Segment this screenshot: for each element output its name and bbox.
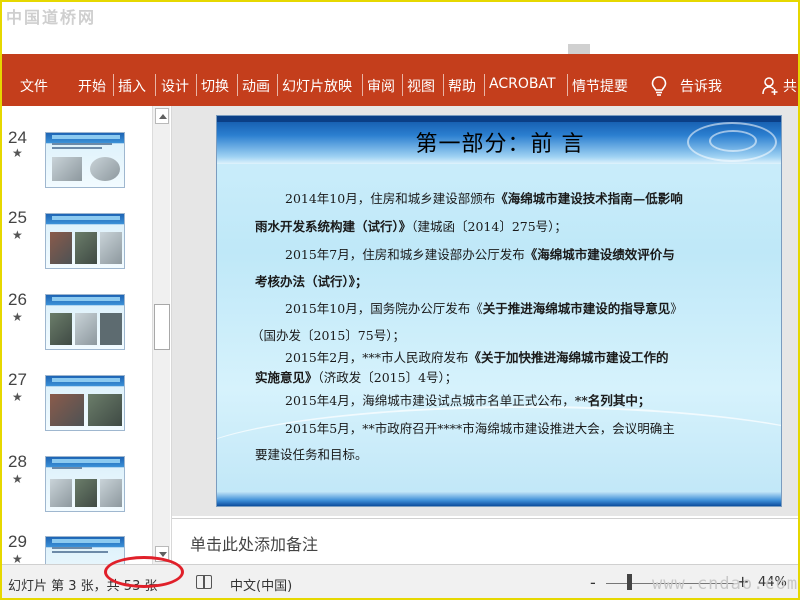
slide-footer-band [217,492,781,506]
thumbnail-number: 29 [8,532,27,551]
slide-paragraph-1-line-1: 2014年10月，住房和城乡建设部颁布《海绵城市建设技术指南—低影响 [285,191,683,206]
tab-review[interactable]: 审阅 [367,76,395,96]
slide-thumbnail-24[interactable] [45,132,125,188]
annotation-circle [104,556,184,588]
slide-thumbnail-25[interactable] [45,213,125,269]
tab-acrobat[interactable]: ACROBAT [489,76,556,92]
powerpoint-window: 中国道桥网 文件 开始 插入 设计 切换 动画 幻灯片放映 审阅 视图 帮助 A… [0,0,800,600]
slide-thumbnail-26[interactable] [45,294,125,350]
slide-paragraph-5-line-1: 2015年4月，海绵城市建设试点城市名单正式公布，**名列其中； [285,393,651,408]
star-icon: ★ [12,228,23,242]
slide-paragraph-1-line-2: 雨水开发系统构建（试行）》（建城函〔2014〕275号）； [255,219,567,234]
tab-separator [484,74,485,96]
title-bar-mark [568,44,590,54]
watermark-bottom: www.cndao.com [652,574,799,594]
tab-separator [443,74,444,96]
slide-paragraph-3-line-2: （国办发〔2015〕75号）； [251,328,405,343]
zoom-out-button[interactable]: - [590,573,596,592]
tab-view[interactable]: 视图 [407,76,435,96]
thumbnail-number: 25 [8,208,27,227]
tab-home[interactable]: 开始 [78,76,106,96]
tab-design[interactable]: 设计 [161,76,189,96]
slide-paragraph-6-line-1: 2015年5月，**市政府召开****市海绵城市建设推进大会，会议明确主 [285,421,675,436]
watermark-top: 中国道桥网 [6,8,97,27]
tell-me-button[interactable]: 告诉我 [680,76,722,96]
tab-separator [113,74,114,96]
tab-transitions[interactable]: 切换 [201,76,229,96]
thumbnail-number: 24 [8,128,27,147]
star-icon: ★ [12,472,23,486]
tab-storyboard[interactable]: 情节提要 [572,76,628,96]
tab-separator [155,74,156,96]
tab-insert[interactable]: 插入 [118,76,146,96]
zoom-slider-thumb[interactable] [627,574,632,590]
tab-separator [196,74,197,96]
slide-thumbnail-28[interactable] [45,456,125,512]
notes-pane[interactable]: 单击此处添加备注 [172,518,798,564]
tab-file[interactable]: 文件 [20,76,48,96]
slide-paragraph-4-line-1: 2015年2月，***市人民政府发布《关于加快推进海绵城市建设工作的 [285,350,669,365]
title-bar: 中国道桥网 [2,2,798,54]
slide-title[interactable]: 第一部分：前 言 [217,126,781,158]
slide-paragraph-2-line-1: 2015年7月，住房和城乡建设部办公厅发布《海绵城市建设绩效评价与 [285,247,675,262]
thumbnail-number: 28 [8,452,27,471]
thumbnail-scrollbar[interactable] [152,106,170,564]
ribbon-tabs: 文件 开始 插入 设计 切换 动画 幻灯片放映 审阅 视图 帮助 ACROBAT… [2,54,798,106]
scroll-thumb[interactable] [154,304,170,350]
share-button[interactable]: 共 [783,76,797,96]
slide-paragraph-3-line-1: 2015年10月，国务院办公厅发布《关于推进海绵城市建设的指导意见》 [285,301,683,316]
tab-animations[interactable]: 动画 [242,76,270,96]
scroll-up-button[interactable] [155,108,169,124]
chevron-up-icon [159,114,167,119]
slide-paragraph-4-line-2: 实施意见》（济政发〔2015〕4号）； [255,370,458,385]
star-icon: ★ [12,146,23,160]
chevron-down-icon [159,552,167,557]
slide-paragraph-2-line-2: 考核办法（试行）》； [255,274,368,289]
person-add-icon[interactable] [762,77,778,95]
slide-thumbnail-27[interactable] [45,375,125,431]
slide-thumbnail-pane: 24 ★ 25 ★ 26 ★ 27 ★ 28 ★ 29 ★ [2,106,172,592]
star-icon: ★ [12,390,23,404]
tab-separator [237,74,238,96]
notes-icon[interactable] [196,575,212,589]
notes-placeholder[interactable]: 单击此处添加备注 [190,531,318,555]
tab-separator [402,74,403,96]
current-slide[interactable]: 第一部分：前 言 2014年10月，住房和城乡建设部颁布《海绵城市建设技术指南—… [216,115,782,507]
tab-separator [567,74,568,96]
tab-slideshow[interactable]: 幻灯片放映 [282,76,352,96]
tab-separator [277,74,278,96]
thumbnail-number: 27 [8,370,27,389]
lightbulb-icon[interactable] [650,75,668,97]
star-icon: ★ [12,310,23,324]
tab-separator [362,74,363,96]
language-indicator[interactable]: 中文(中国) [230,575,292,594]
slide-paragraph-6-line-2: 要建设任务和目标。 [255,447,368,462]
tab-help[interactable]: 帮助 [448,76,476,96]
thumbnail-number: 26 [8,290,27,309]
